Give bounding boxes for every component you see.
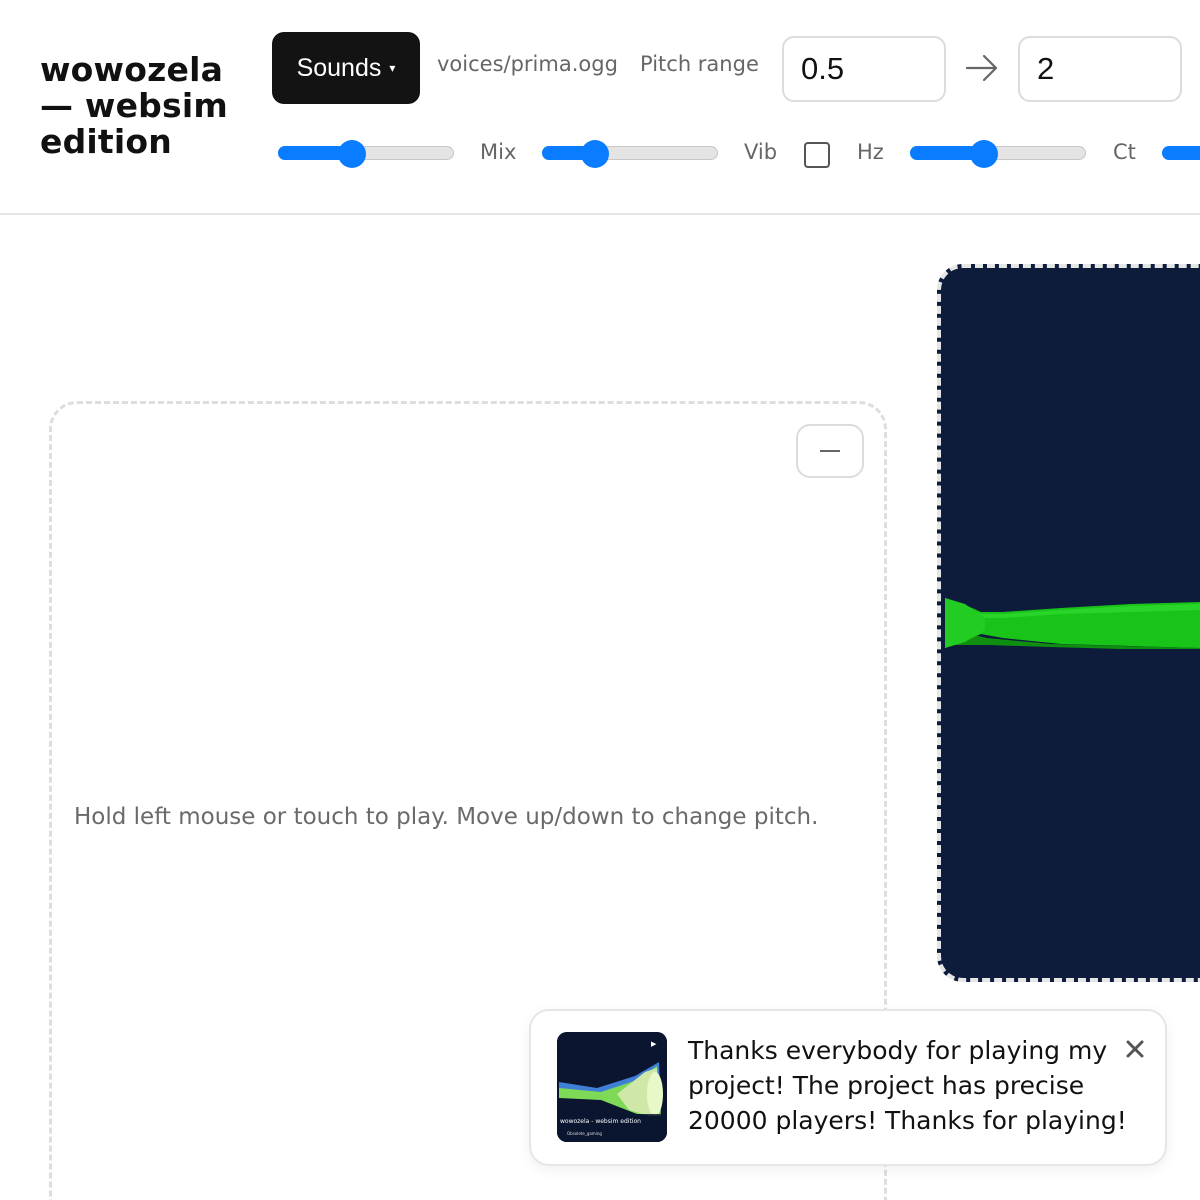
close-icon[interactable] [1123,1037,1147,1061]
hz-label: Hz [857,140,884,164]
visualizer-canvas[interactable] [937,264,1200,982]
thumbnail-image [557,1032,667,1142]
vibrato-checkbox[interactable] [804,142,830,168]
pitch-max-input[interactable] [1018,36,1182,102]
ct-slider[interactable] [1162,140,1200,166]
volume-slider[interactable] [278,140,454,168]
vib-label: Vib [744,140,778,164]
minimize-button[interactable] [796,424,864,478]
arrow-right-icon [965,54,998,82]
mix-label: Mix [480,140,517,164]
slider-fill [1162,146,1200,160]
pitch-min-input[interactable] [782,36,946,102]
pitch-range-label: Pitch range [640,52,759,76]
notification-toast: ▶ wowozela - websim edition Obsolete_gam… [529,1009,1167,1166]
horn-graphic [945,598,1200,649]
mix-slider[interactable] [542,140,718,168]
app-title: wowozela — websim edition [40,50,228,161]
play-icon: ▶ [651,1040,657,1048]
caret-down-icon: ▾ [389,61,396,75]
sounds-button-label: Sounds [296,53,382,82]
minus-icon [820,450,840,452]
slider-thumb[interactable] [338,140,366,168]
slider-thumb[interactable] [970,140,998,168]
hz-slider[interactable] [910,140,1086,168]
play-instructions: Hold left mouse or touch to play. Move u… [74,804,819,830]
thumbnail-author: Obsolete_gaming [567,1131,602,1136]
ct-label: Ct [1113,140,1136,164]
voice-file-label: voices/prima.ogg [437,52,618,76]
sounds-button[interactable]: Sounds ▾ [272,32,420,104]
slider-thumb[interactable] [581,140,609,168]
project-thumbnail[interactable]: ▶ wowozela - websim edition Obsolete_gam… [557,1032,667,1142]
thumbnail-caption: wowozela - websim edition [560,1118,641,1125]
toast-message: Thanks everybody for playing my project!… [688,1036,1127,1135]
header: wowozela — websim edition Sounds ▾ voice… [0,0,1200,215]
